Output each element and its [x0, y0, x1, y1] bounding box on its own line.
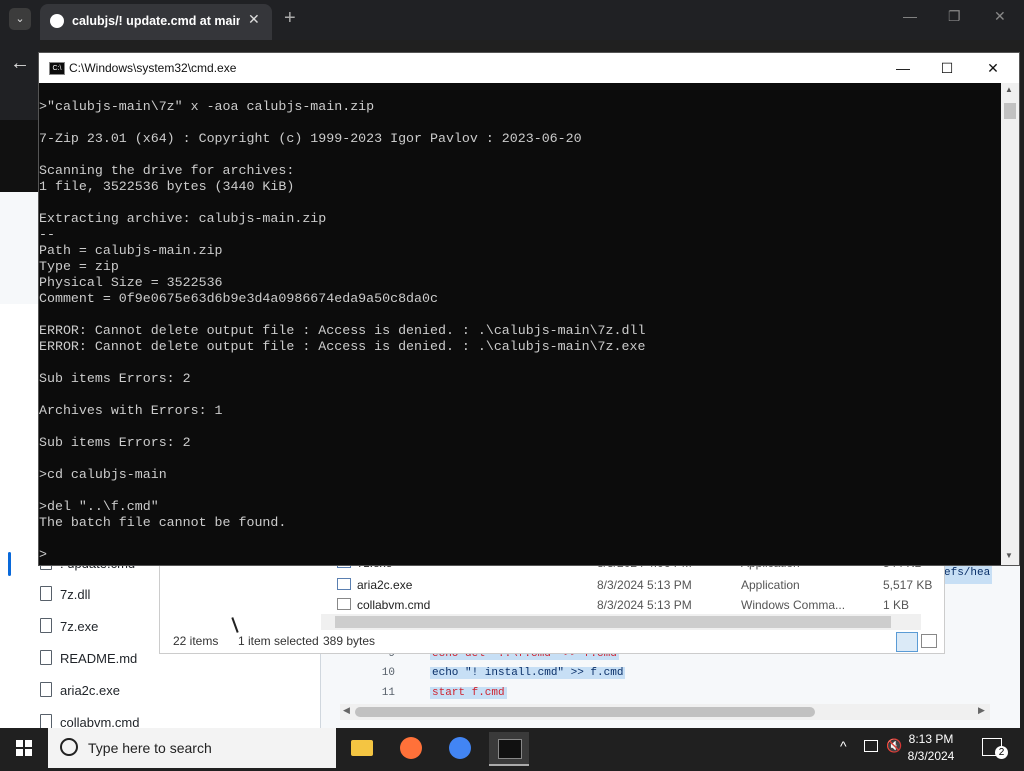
- cmd-title-bar[interactable]: C:\ C:\Windows\system32\cmd.exe — ☐ ✕: [39, 53, 1019, 83]
- code-line: 10 echo "! install.cmd" >> f.cmd: [381, 667, 626, 679]
- start-button[interactable]: [0, 728, 48, 768]
- github-repo-header: [0, 192, 40, 304]
- scroll-up-icon[interactable]: ▲: [1005, 85, 1013, 94]
- file-icon: [40, 586, 52, 601]
- explorer-selection-status: 1 item selected: [238, 634, 319, 648]
- folder-icon: [351, 740, 373, 756]
- taskbar-file-explorer[interactable]: [342, 732, 382, 764]
- explorer-row[interactable]: aria2c.exe 8/3/2024 5:13 PM Application …: [337, 575, 937, 595]
- browser-tab-bar: ⌄ calubjs/! update.cmd at main ✕ + — ❐ ✕: [0, 0, 1024, 40]
- search-placeholder: Type here to search: [88, 740, 212, 756]
- terminal-icon: [498, 739, 522, 759]
- chrome-icon: [449, 737, 471, 759]
- browser-close-button[interactable]: ✕: [994, 8, 1006, 25]
- scroll-down-icon[interactable]: ▼: [1005, 551, 1013, 560]
- scroll-left-icon[interactable]: ◀: [343, 705, 350, 716]
- clock-date: 8/3/2024: [907, 749, 955, 763]
- search-icon: [60, 738, 78, 756]
- network-icon[interactable]: [864, 740, 878, 752]
- cmd-window-title: C:\Windows\system32\cmd.exe: [69, 61, 237, 75]
- windows-logo-icon: [16, 740, 32, 756]
- file-tree-item[interactable]: 7z.dll: [40, 584, 90, 606]
- cmd-app-icon: C:\: [49, 62, 65, 75]
- tab-search-dropdown-button[interactable]: ⌄: [9, 8, 31, 30]
- cmd-window: C:\ C:\Windows\system32\cmd.exe — ☐ ✕ >"…: [38, 52, 1020, 566]
- explorer-scrollbar-thumb[interactable]: [335, 616, 891, 628]
- tab-title: calubjs/! update.cmd at main: [72, 14, 240, 28]
- exe-icon: [337, 578, 351, 590]
- code-scrollbar-thumb[interactable]: [355, 707, 815, 717]
- tab-close-icon[interactable]: ✕: [248, 11, 260, 28]
- clock-time: 8:13 PM: [908, 732, 954, 746]
- explorer-row[interactable]: collabvm.cmd 8/3/2024 5:13 PM Windows Co…: [337, 595, 937, 615]
- browser-tab[interactable]: calubjs/! update.cmd at main ✕: [40, 4, 272, 40]
- cmd-console-output[interactable]: >"calubjs-main\7z" x -aoa calubjs-main.z…: [39, 99, 999, 563]
- file-tree-item[interactable]: README.md: [40, 648, 137, 670]
- explorer-selection-size: 389 bytes: [323, 634, 376, 648]
- cmd-scrollbar-thumb[interactable]: [1004, 103, 1016, 119]
- taskbar-search-box[interactable]: Type here to search: [48, 728, 336, 768]
- large-icons-view-icon[interactable]: [921, 634, 937, 648]
- cmd-minimize-button[interactable]: —: [883, 57, 923, 79]
- details-view-icon[interactable]: [896, 632, 918, 652]
- taskbar: Type here to search ^ 🔇 8:13 PM 8/3/2024…: [0, 728, 1024, 768]
- file-tree-item[interactable]: aria2c.exe: [40, 680, 120, 702]
- cmd-close-button[interactable]: ✕: [973, 57, 1013, 79]
- back-arrow-icon[interactable]: ←: [10, 52, 30, 75]
- selected-file-indicator: [8, 552, 11, 576]
- cmd-file-icon: [337, 598, 351, 610]
- explorer-item-count: 22 items: [173, 634, 219, 648]
- cmd-vertical-scrollbar[interactable]: [1001, 83, 1019, 565]
- github-favicon-icon: [50, 14, 64, 28]
- notification-count-badge: 2: [995, 746, 1008, 759]
- file-icon: [40, 618, 52, 633]
- new-tab-button[interactable]: +: [284, 7, 296, 30]
- file-tree-item[interactable]: 7z.exe: [40, 616, 98, 638]
- taskbar-cmd[interactable]: [489, 732, 529, 766]
- browser-minimize-button[interactable]: —: [903, 8, 917, 24]
- taskbar-clock[interactable]: 8:13 PM 8/3/2024: [896, 731, 966, 765]
- code-line: 11 start f.cmd: [381, 687, 507, 699]
- scroll-right-icon[interactable]: ▶: [978, 705, 985, 716]
- file-icon: [40, 650, 52, 665]
- cmd-maximize-button[interactable]: ☐: [927, 57, 967, 79]
- taskbar-chrome[interactable]: [440, 732, 480, 764]
- firefox-icon: [400, 737, 422, 759]
- taskbar-firefox[interactable]: [391, 732, 431, 764]
- show-hidden-icons-icon[interactable]: ^: [840, 738, 847, 754]
- file-icon: [40, 682, 52, 697]
- github-header-band: [0, 120, 40, 192]
- browser-restore-button[interactable]: ❐: [948, 8, 961, 25]
- file-icon: [40, 714, 52, 729]
